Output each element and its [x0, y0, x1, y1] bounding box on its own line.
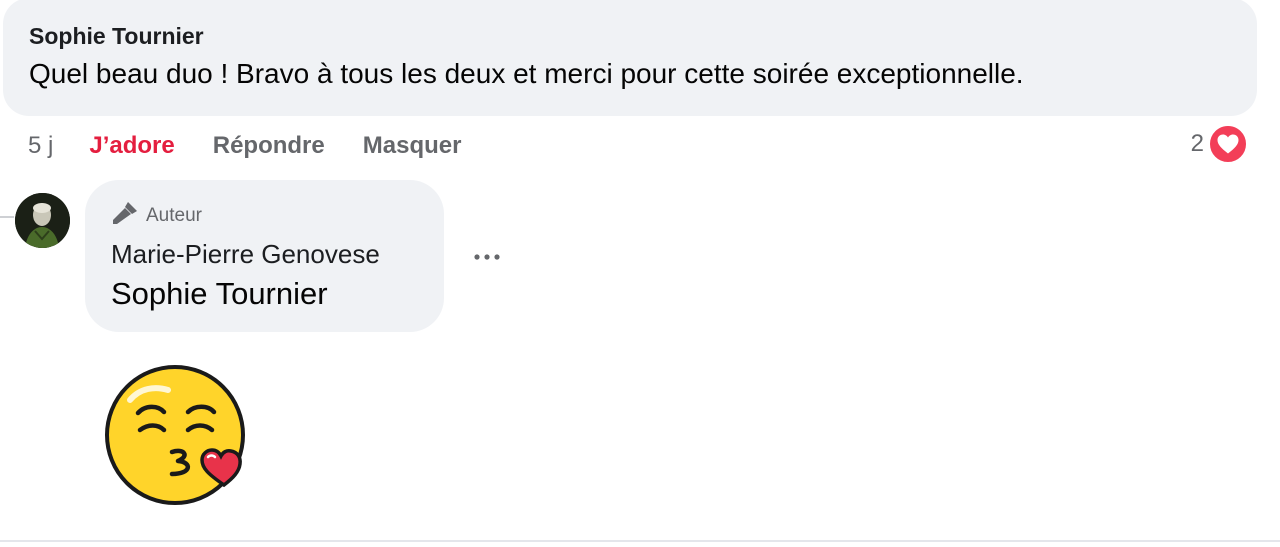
- like-button[interactable]: J’adore: [89, 132, 174, 160]
- divider: [0, 540, 1280, 542]
- more-icon: [472, 248, 502, 266]
- reaction-count: 2: [1191, 130, 1204, 158]
- reaction-summary[interactable]: 2: [1191, 124, 1248, 164]
- kiss-emoji-sticker: [100, 360, 250, 510]
- thread-connector: [0, 216, 14, 218]
- reply-mention-link[interactable]: Sophie Tournier: [111, 276, 328, 312]
- comment-text: Quel beau duo ! Bravo à tous les deux et…: [29, 58, 1024, 90]
- comment-timestamp[interactable]: 5 j: [28, 132, 53, 160]
- heart-icon: [1208, 124, 1248, 164]
- author-badge-label: Auteur: [146, 205, 202, 227]
- reply-button[interactable]: Répondre: [213, 132, 325, 160]
- comment-bubble: Sophie Tournier Quel beau duo ! Bravo à …: [3, 0, 1257, 116]
- avatar[interactable]: [15, 193, 70, 248]
- author-badge: Auteur: [110, 200, 202, 232]
- reply-bubble: Auteur Marie-Pierre Genovese Sophie Tour…: [85, 180, 444, 332]
- comment-actions: 5 j J’adore Répondre Masquer: [28, 129, 461, 163]
- hide-button[interactable]: Masquer: [363, 132, 462, 160]
- microphone-icon: [110, 200, 146, 232]
- comment-author-name[interactable]: Sophie Tournier: [29, 23, 204, 50]
- reply-author-name[interactable]: Marie-Pierre Genovese: [111, 239, 380, 270]
- comment-thread: Sophie Tournier Quel beau duo ! Bravo à …: [0, 0, 1280, 547]
- more-options-button[interactable]: [468, 242, 506, 272]
